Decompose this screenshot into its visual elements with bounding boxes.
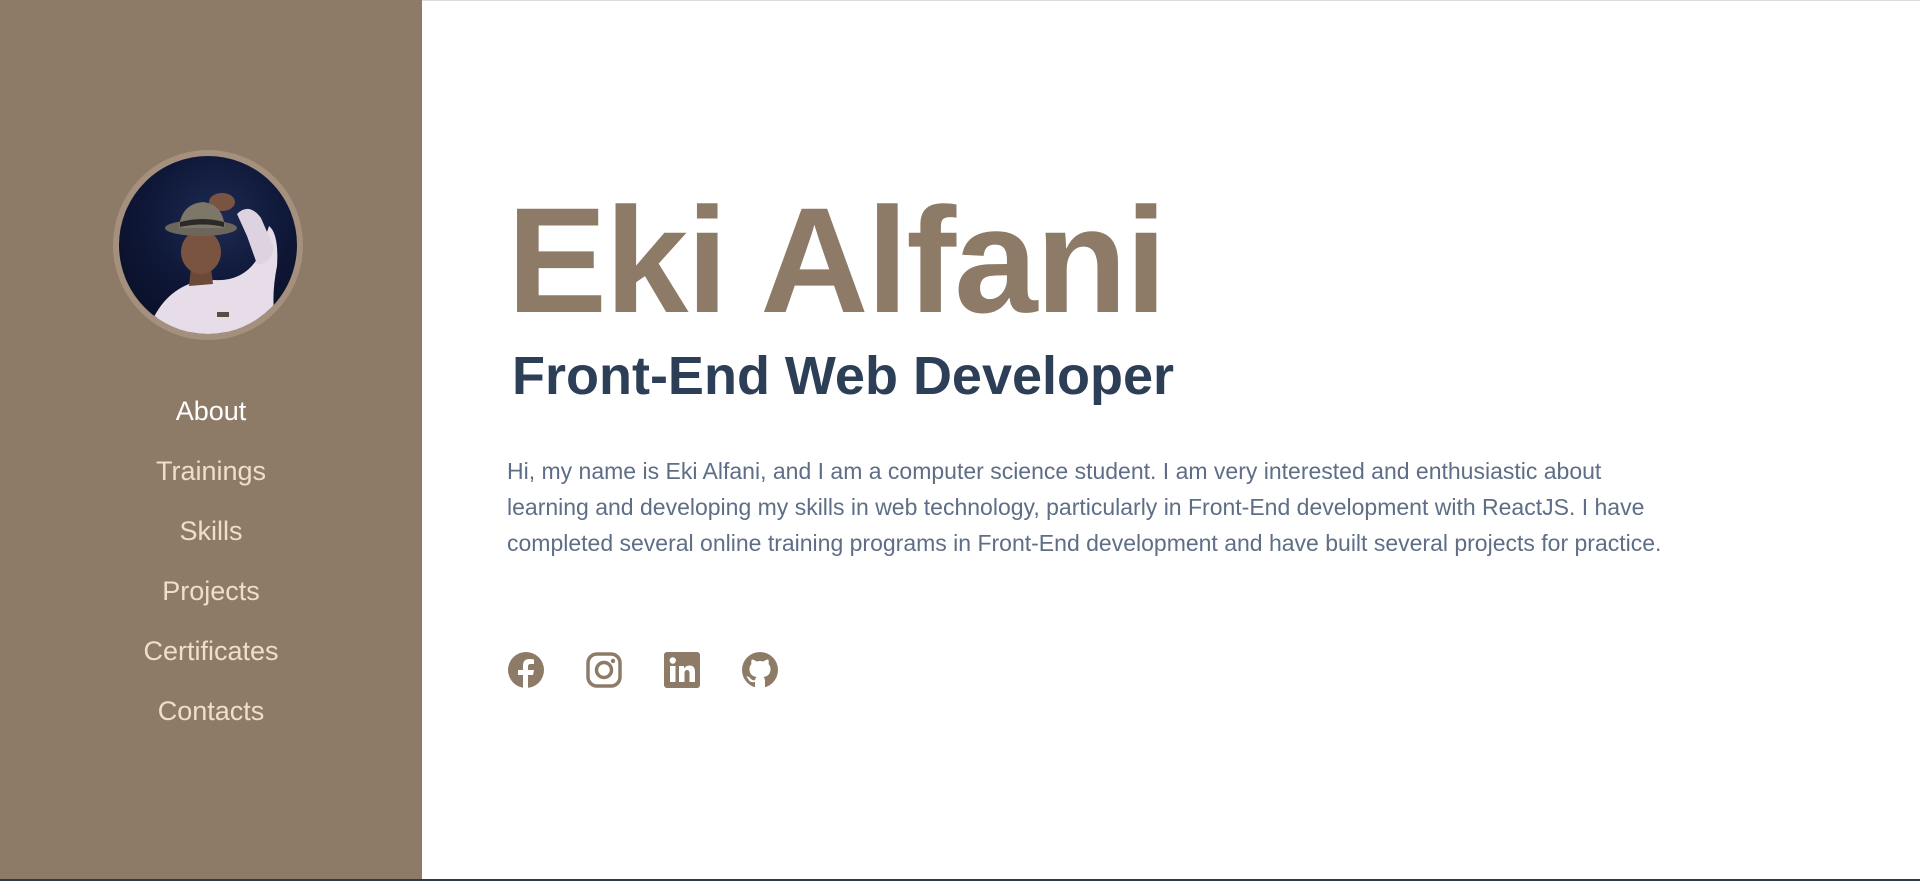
sidebar-nav: About Trainings Skills Projects Certific… <box>0 390 422 750</box>
nav-item-trainings[interactable]: Trainings <box>0 450 422 510</box>
instagram-icon[interactable] <box>585 651 623 689</box>
profile-name: Eki Alfani <box>507 176 1167 344</box>
profile-photo <box>147 193 279 334</box>
profile-bio: Hi, my name is Eki Alfani, and I am a co… <box>507 458 1662 556</box>
nav-item-skills[interactable]: Skills <box>0 510 422 570</box>
nav-item-projects[interactable]: Projects <box>0 570 422 630</box>
avatar <box>113 150 303 340</box>
github-icon[interactable] <box>741 651 779 689</box>
nav-item-certificates[interactable]: Certificates <box>0 630 422 690</box>
portfolio-page: About Trainings Skills Projects Certific… <box>0 0 1920 881</box>
about-section: Eki Alfani Front-End Web Developer Hi, m… <box>422 0 1920 881</box>
sidebar: About Trainings Skills Projects Certific… <box>0 0 422 879</box>
nav-item-about[interactable]: About <box>0 390 422 450</box>
linkedin-icon[interactable] <box>663 651 701 689</box>
facebook-icon[interactable] <box>507 651 545 689</box>
nav-item-contacts[interactable]: Contacts <box>0 690 422 750</box>
profile-role: Front-End Web Developer <box>512 346 1175 406</box>
